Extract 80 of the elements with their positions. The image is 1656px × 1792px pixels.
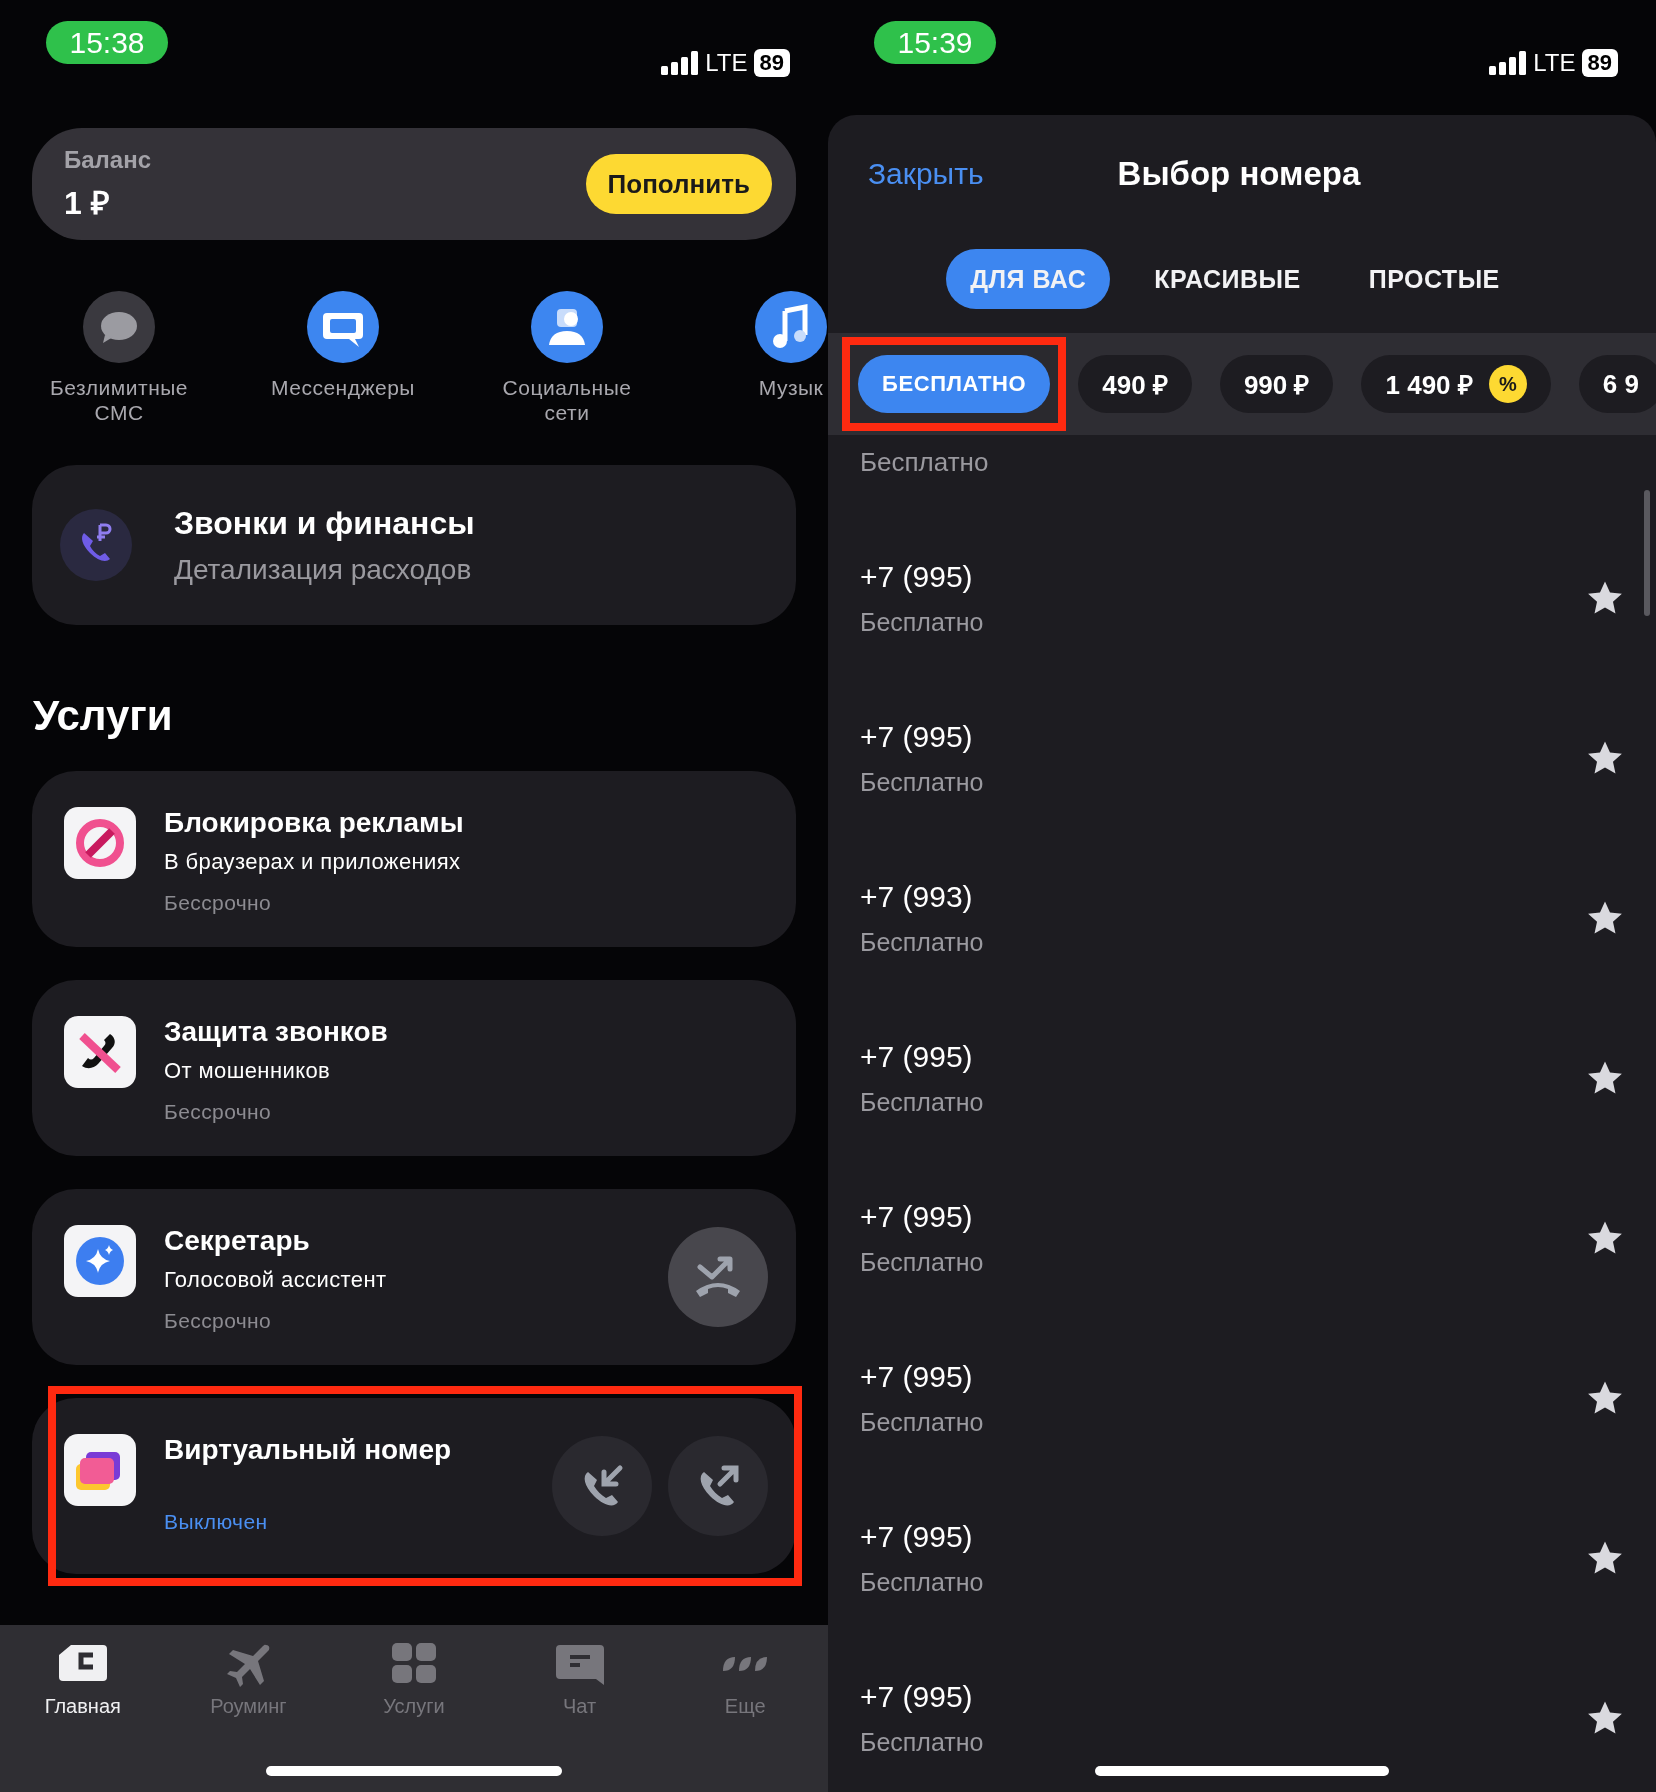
price-chip[interactable]: БЕСПЛАТНО xyxy=(858,355,1051,413)
price-chip[interactable]: 990 ₽ xyxy=(1219,355,1334,413)
number-price: Бесплатно xyxy=(860,767,984,797)
section-heading: Услуги xyxy=(33,691,174,741)
calls-card[interactable]: Звонки и финансы Детализация расходов xyxy=(32,465,796,625)
star-icon[interactable] xyxy=(1586,900,1624,936)
block-sign-icon xyxy=(64,807,136,880)
number-price: Бесплатно xyxy=(860,1087,984,1117)
network-type: LTE xyxy=(1533,49,1576,77)
shortcut-label[interactable]: Мессенджеры xyxy=(271,375,415,401)
service-card[interactable]: Секретарь Голосовой ассистент Бессрочно xyxy=(32,1189,796,1366)
people-icon[interactable] xyxy=(531,291,603,363)
clock-time: 15:39 xyxy=(874,21,996,64)
calls-title: Звонки и финансы xyxy=(174,504,475,542)
service-title: Блокировка рекламы xyxy=(164,807,465,840)
star-icon[interactable] xyxy=(1586,1540,1624,1576)
shortcut-label[interactable]: Музык xyxy=(758,375,824,401)
discount-badge: % xyxy=(1488,365,1527,403)
calls-subtitle: Детализация расходов xyxy=(174,553,473,586)
price-chip[interactable]: 490 ₽ xyxy=(1078,355,1192,413)
phone-number[interactable]: +7 (995) xyxy=(860,1519,984,1554)
battery-level: 89 xyxy=(1581,49,1618,77)
star-icon[interactable] xyxy=(1586,1700,1624,1736)
signal-icon xyxy=(661,51,700,75)
balance-label: Баланс xyxy=(64,145,152,174)
section-label: Бесплатно xyxy=(860,447,990,478)
close-link[interactable]: Закрыть xyxy=(868,157,984,191)
sparkle-icon xyxy=(64,1225,136,1298)
phone-number[interactable]: +7 (995) xyxy=(860,559,984,594)
network-type: LTE xyxy=(705,49,748,77)
service-term: Бессрочно xyxy=(164,891,273,916)
category-tab[interactable]: КРАСИВЫЕ xyxy=(1130,249,1325,309)
phone-ruble-icon xyxy=(60,509,132,581)
shortcut-label[interactable]: Безлимитные СМС xyxy=(39,375,199,426)
phone-number[interactable]: +7 (993) xyxy=(860,879,984,914)
number-price: Бесплатно xyxy=(860,1407,984,1437)
star-icon[interactable] xyxy=(1586,740,1624,776)
message-icon[interactable] xyxy=(307,291,379,363)
service-title: Секретарь xyxy=(164,1225,311,1258)
service-subtitle: Голосовой ассистент xyxy=(164,1267,388,1294)
service-term: Бессрочно xyxy=(164,1100,273,1125)
star-icon[interactable] xyxy=(1586,1380,1624,1416)
star-icon[interactable] xyxy=(1586,1060,1624,1096)
number-price: Бесплатно xyxy=(860,927,984,957)
clock-time: 15:38 xyxy=(46,21,168,64)
service-status: Выключен xyxy=(164,1510,269,1535)
number-price: Бесплатно xyxy=(860,1727,984,1757)
chat-bubble-icon[interactable] xyxy=(83,291,155,363)
service-title: Защита звонков xyxy=(164,1016,389,1049)
service-term: Бессрочно xyxy=(164,1309,273,1334)
price-chip[interactable]: 1 490 ₽ % xyxy=(1361,355,1551,413)
top-up-button[interactable]: Пополнить xyxy=(585,154,772,214)
number-price: Бесплатно xyxy=(860,607,984,637)
star-icon[interactable] xyxy=(1586,1220,1624,1256)
sheet-title: Выбор номера xyxy=(1117,155,1361,193)
balance-amount: 1 ₽ xyxy=(64,183,111,223)
battery-level: 89 xyxy=(753,49,790,77)
service-card[interactable]: Блокировка рекламы В браузерах и приложениях Бессрочно xyxy=(32,771,796,948)
music-note-icon[interactable] xyxy=(755,291,827,363)
number-price: Бесплатно xyxy=(860,1247,984,1277)
service-title: Виртуальный номер xyxy=(164,1434,453,1467)
phone-number[interactable]: +7 (995) xyxy=(860,1199,984,1234)
crossed-phone-icon xyxy=(64,1016,136,1089)
service-subtitle: От мошенников xyxy=(164,1058,332,1085)
number-price: Бесплатно xyxy=(860,1567,984,1597)
price-chip[interactable]: 6 9 xyxy=(1578,355,1656,413)
shortcut-label[interactable]: Социальные сети xyxy=(487,375,647,426)
phone-number[interactable]: +7 (995) xyxy=(860,1679,984,1714)
service-card[interactable]: Защита звонков От мошенников Бессрочно xyxy=(32,980,796,1157)
balance-card[interactable]: Баланс 1 ₽ Пополнить xyxy=(32,128,796,240)
phone-number[interactable]: +7 (995) xyxy=(860,1039,984,1074)
phone-number[interactable]: +7 (995) xyxy=(860,1359,984,1394)
phone-number[interactable]: +7 (995) xyxy=(860,719,984,754)
sim-cards-icon xyxy=(64,1434,136,1507)
service-card[interactable]: Виртуальный номер Выключен xyxy=(32,1398,796,1575)
star-icon[interactable] xyxy=(1586,580,1624,616)
signal-icon xyxy=(1489,51,1528,75)
service-subtitle: В браузерах и приложениях xyxy=(164,849,462,876)
category-tab[interactable]: ПРОСТЫЕ xyxy=(1344,249,1524,309)
nav-tab[interactable]: Главная xyxy=(40,1639,125,1720)
